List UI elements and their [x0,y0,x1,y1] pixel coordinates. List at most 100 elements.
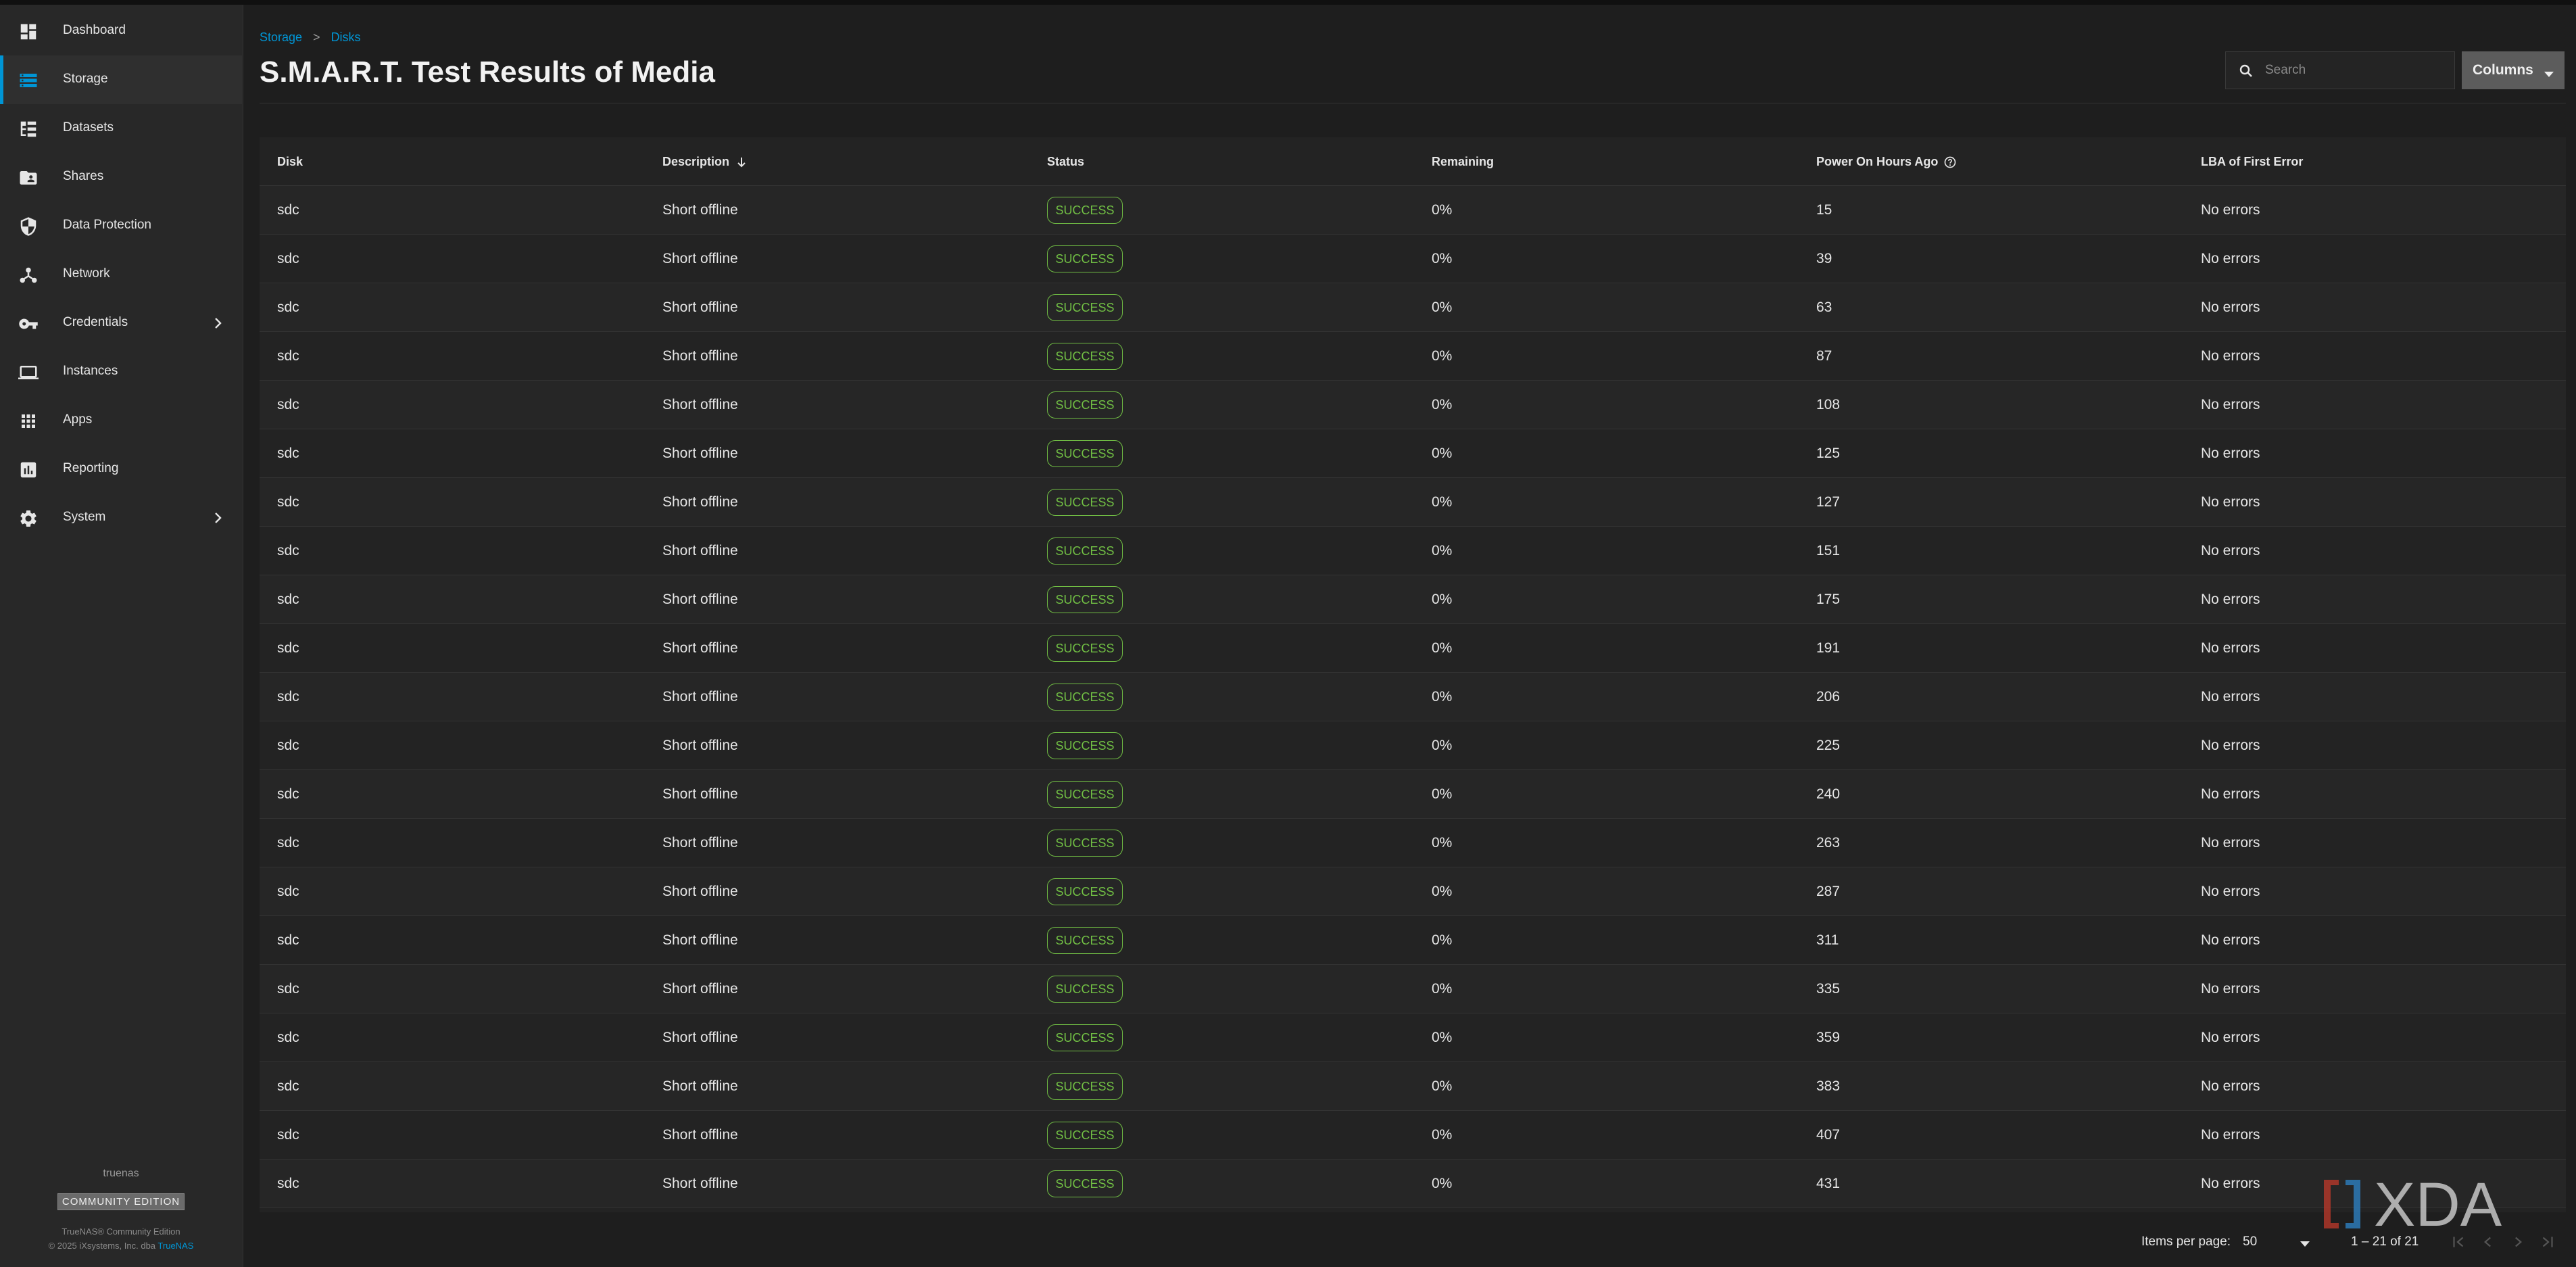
column-header-lba[interactable]: LBA of First Error [2201,155,2303,169]
sidebar-item-instances[interactable]: Instances [0,348,242,396]
table-row[interactable]: sdc Short offline SUCCESS 0% 383 No errors [260,1062,2566,1111]
table-row[interactable]: sdc Short offline SUCCESS 0% 311 No errors [260,916,2566,965]
smart-results-table: Disk Description Status Remaining Power … [260,137,2566,1212]
sidebar-item-label: Datasets [63,120,114,135]
table-row[interactable]: sdc Short offline SUCCESS 0% 39 No errors [260,235,2566,283]
table-row[interactable]: sdc Short offline SUCCESS 0% 87 No errors [260,332,2566,381]
breadcrumb-separator: > [313,30,320,44]
cell-disk: sdc [277,884,299,899]
cell-power-on-hours: 407 [1816,1127,1841,1143]
caret-down-icon[interactable] [2300,1239,2310,1247]
table-row[interactable]: sdc Short offline SUCCESS 0% 125 No errors [260,429,2566,478]
table-row[interactable]: sdc Short offline SUCCESS 0% 108 No errors [260,381,2566,429]
sidebar-item-label: Network [63,266,110,281]
column-header-disk[interactable]: Disk [277,155,303,169]
column-header-status[interactable]: Status [1047,155,1084,169]
cell-lba: No errors [2201,348,2260,364]
cell-lba: No errors [2201,494,2260,510]
table-row[interactable]: sdc Short offline SUCCESS 0% 175 No errors [260,575,2566,624]
cell-lba: No errors [2201,738,2260,753]
status-badge: SUCCESS [1047,635,1123,662]
column-header-description[interactable]: Description [662,155,748,169]
sidebar-item-data-protection[interactable]: Data Protection [0,201,242,250]
cell-description: Short offline [662,202,738,218]
cell-disk: sdc [277,932,299,948]
cell-lba: No errors [2201,1176,2260,1191]
cell-disk: sdc [277,738,299,753]
columns-button[interactable]: Columns [2462,51,2565,89]
sidebar-item-reporting[interactable]: Reporting [0,445,242,494]
sidebar-item-dashboard[interactable]: Dashboard [0,7,242,55]
cell-disk: sdc [277,835,299,851]
cell-power-on-hours: 225 [1816,738,1841,753]
column-header-label: Description [662,155,730,168]
cell-disk: sdc [277,689,299,704]
table-row[interactable]: sdc Short offline SUCCESS 0% 225 No errors [260,721,2566,770]
cell-remaining: 0% [1432,738,1453,753]
cell-disk: sdc [277,348,299,364]
key-icon [18,314,39,334]
cell-power-on-hours: 39 [1816,251,1832,266]
cell-description: Short offline [662,592,738,607]
breadcrumb-disks[interactable]: Disks [331,30,361,45]
column-header-label: LBA of First Error [2201,155,2304,168]
help-circle-icon[interactable] [1943,156,1957,169]
cell-lba: No errors [2201,397,2260,412]
cell-lba: No errors [2201,640,2260,656]
table-row[interactable]: sdc Short offline SUCCESS 0% 151 No errors [260,527,2566,575]
column-header-power-on-hours[interactable]: Power On Hours Ago [1816,155,1957,169]
cell-disk: sdc [277,640,299,656]
copyright-line-1: TrueNAS® Community Edition [62,1226,180,1237]
cell-lba: No errors [2201,981,2260,997]
sidebar-item-network[interactable]: Network [0,250,242,299]
status-badge: SUCCESS [1047,391,1123,419]
table-row[interactable]: sdc Short offline SUCCESS 0% 191 No errors [260,624,2566,673]
chevron-right-icon [210,315,226,331]
table-row[interactable]: sdc Short offline SUCCESS 0% 206 No errors [260,673,2566,721]
search-input[interactable] [2265,59,2448,82]
cell-remaining: 0% [1432,202,1453,218]
table-row[interactable]: sdc Short offline SUCCESS 0% 15 No errors [260,186,2566,235]
cell-description: Short offline [662,348,738,364]
cell-power-on-hours: 87 [1816,348,1832,364]
sidebar-item-label: Apps [63,412,93,427]
breadcrumb-storage[interactable]: Storage [260,30,302,45]
sidebar-item-system[interactable]: System [0,494,242,542]
sidebar-item-label: Storage [63,72,108,86]
cell-lba: No errors [2201,689,2260,704]
items-per-page-select[interactable]: 50 [2243,1235,2257,1249]
status-badge: SUCCESS [1047,1122,1123,1149]
cell-remaining: 0% [1432,835,1453,851]
cell-description: Short offline [662,835,738,851]
sidebar-item-shares[interactable]: Shares [0,153,242,201]
column-header-label: Remaining [1432,155,1494,168]
truenas-link[interactable]: TrueNAS [157,1241,193,1251]
sidebar-item-storage[interactable]: Storage [0,55,242,104]
table-row[interactable]: sdc Short offline SUCCESS 0% 431 No errors [260,1160,2566,1208]
column-header-remaining[interactable]: Remaining [1432,155,1494,169]
table-row[interactable]: sdc Short offline SUCCESS 0% 127 No errors [260,478,2566,527]
status-badge: SUCCESS [1047,1073,1123,1100]
table-row[interactable]: sdc Short offline SUCCESS 0% 335 No errors [260,965,2566,1013]
table-row[interactable]: sdc Short offline SUCCESS 0% 240 No errors [260,770,2566,819]
cell-description: Short offline [662,1176,738,1191]
table-row[interactable]: sdc Short offline SUCCESS 0% 359 No errors [260,1013,2566,1062]
table-row[interactable]: sdc Short offline SUCCESS 0% 263 No errors [260,819,2566,867]
sidebar-item-datasets[interactable]: Datasets [0,104,242,153]
sidebar-item-credentials[interactable]: Credentials [0,299,242,348]
cell-remaining: 0% [1432,397,1453,412]
status-badge: SUCCESS [1047,440,1123,467]
table-row[interactable]: sdc Short offline SUCCESS 0% 407 No errors [260,1111,2566,1160]
laptop-icon [18,362,39,383]
cell-power-on-hours: 383 [1816,1078,1841,1094]
cell-remaining: 0% [1432,884,1453,899]
cell-remaining: 0% [1432,300,1453,315]
cell-description: Short offline [662,738,738,753]
cell-power-on-hours: 335 [1816,981,1841,997]
sidebar-item-label: Instances [63,364,118,378]
table-row[interactable]: sdc Short offline SUCCESS 0% 287 No errors [260,867,2566,916]
table-row[interactable]: sdc Short offline SUCCESS 0% 63 No errors [260,283,2566,332]
cell-power-on-hours: 206 [1816,689,1841,704]
main-content: Storage > Disks S.M.A.R.T. Test Results … [243,5,2576,1267]
sidebar-item-apps[interactable]: Apps [0,396,242,445]
